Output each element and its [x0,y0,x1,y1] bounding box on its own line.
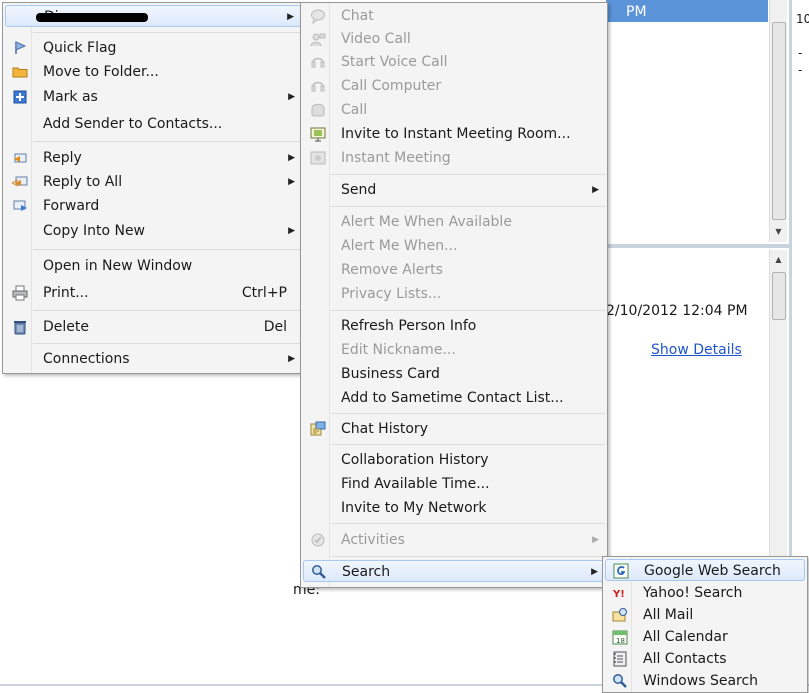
submenu-arrow-icon: ▶ [288,226,295,236]
chat-bubble-icon [311,9,325,24]
message-context-menu: Di ▶ Quick Flag Move to Folder... Mark a… [2,2,304,374]
magnifier-icon [312,565,326,579]
menu-item-forward[interactable]: Forward [5,195,301,217]
message-date: 2/10/2012 12:04 PM [606,303,748,319]
forward-icon [13,200,27,211]
menu-item-mark-as[interactable]: Mark as ▶ [5,86,301,108]
menu-item-all-mail[interactable]: All Mail [605,604,805,626]
message-list-scrollbar[interactable]: ▼ [769,0,787,242]
menu-item-chat-history[interactable]: Chat History [303,418,605,440]
menu-item-reply[interactable]: Reply ▶ [5,147,301,169]
submenu-arrow-icon: ▶ [592,185,599,195]
submenu-arrow-icon: ▶ [288,92,295,102]
headset-icon [311,81,325,92]
menu-item-send[interactable]: Send ▶ [303,179,605,201]
menu-item-windows-search[interactable]: Windows Search [605,670,805,692]
print-shortcut: Ctrl+P [241,285,287,301]
menu-item-alert-available[interactable]: Alert Me When Available [303,211,605,233]
header-time-text: PM [626,4,647,20]
yahoo-icon: Y! [612,589,625,600]
right-pane-fragment: - [798,46,803,60]
menu-item-privacy-lists[interactable]: Privacy Lists... [303,283,605,305]
folder-icon [12,67,28,78]
submenu-arrow-icon: ▶ [288,354,295,364]
menu-item-all-contacts[interactable]: All Contacts [605,648,805,670]
menu-item-remove-alerts[interactable]: Remove Alerts [303,259,605,281]
menu-item-call-computer[interactable]: Call Computer [303,75,605,97]
magnifier-icon [613,674,627,688]
menu-item-connections[interactable]: Connections ▶ [5,348,301,370]
chat-history-icon [310,421,326,436]
submenu-arrow-icon: ▶ [591,567,598,577]
menu-item-business-card[interactable]: Business Card [303,363,605,385]
menu-item-reply-all[interactable]: Reply to All ▶ [5,171,301,193]
menu-item-yahoo-search[interactable]: Y! Yahoo! Search [605,582,805,604]
scrollbar-thumb[interactable] [772,22,786,220]
menu-item-start-voice-call[interactable]: Start Voice Call [303,51,605,73]
menu-item-google-web-search[interactable]: Google Web Search [605,559,805,581]
mark-icon [13,90,27,104]
headset-icon [311,57,325,68]
scroll-down-arrow-icon[interactable]: ▼ [770,224,787,240]
menu-item-edit-nickname[interactable]: Edit Nickname... [303,339,605,361]
menu-item-add-sender[interactable]: Add Sender to Contacts... [5,113,301,135]
menu-item-invite-meeting-room[interactable]: Invite to Instant Meeting Room... [303,123,605,145]
menu-item-chat[interactable]: Chat [303,5,605,27]
svg-text:Y!: Y! [612,589,625,600]
google-icon [613,563,629,579]
menu-item-video-call[interactable]: Video Call [303,28,605,50]
phone-icon [311,103,325,117]
menu-item-copy-into-new[interactable]: Copy Into New ▶ [5,220,301,242]
menu-item-find-available-time[interactable]: Find Available Time... [303,473,605,495]
mail-search-icon [612,608,627,622]
activities-icon [311,533,325,547]
menu-item-add-sametime[interactable]: Add to Sametime Contact List... [303,387,605,409]
menu-item-print[interactable]: Print... Ctrl+P [5,282,301,304]
menu-item-collaboration-history[interactable]: Collaboration History [303,449,605,471]
menu-item-sender[interactable]: Di ▶ [5,5,301,27]
menu-item-move-to-folder[interactable]: Move to Folder... [5,61,301,83]
menu-item-invite-my-network[interactable]: Invite to My Network [303,497,605,519]
right-pane-fragment: - [798,63,803,77]
search-submenu: Google Web Search Y! Yahoo! Search All M… [602,556,808,693]
flag-icon [15,41,27,54]
submenu-arrow-icon: ▶ [592,535,599,545]
scroll-up-arrow-icon[interactable]: ▲ [770,252,787,268]
menu-item-activities[interactable]: Activities ▶ [303,529,605,551]
menu-item-open-new-window[interactable]: Open in New Window [5,255,301,277]
menu-item-quick-flag[interactable]: Quick Flag [5,37,301,59]
submenu-arrow-icon: ▶ [288,153,295,163]
printer-icon [12,285,28,301]
submenu-arrow-icon: ▶ [288,177,295,187]
right-pane-fragment: 10 [796,12,809,26]
reply-all-icon [12,176,28,187]
menu-item-call[interactable]: Call [303,99,605,121]
menu-item-all-calendar[interactable]: 18 All Calendar [605,626,805,648]
reply-icon [14,153,27,163]
menu-item-search[interactable]: Search ▶ [303,560,605,582]
meeting-room-icon [310,127,326,142]
connections-submenu: Chat Video Call Start Voice Call Call Co… [300,2,608,588]
message-list-header-row[interactable]: PM [606,0,768,22]
delete-shortcut: Del [263,319,287,335]
trash-icon [14,321,26,335]
submenu-arrow-icon: ▶ [287,12,294,22]
menu-item-alert-me-when[interactable]: Alert Me When... [303,235,605,257]
show-details-link[interactable]: Show Details [651,342,742,358]
horizontal-splitter[interactable] [606,244,790,248]
calendar-icon: 18 [612,630,628,645]
menu-item-refresh-person[interactable]: Refresh Person Info [303,315,605,337]
meeting-icon [310,151,326,165]
scrollbar-thumb[interactable] [772,272,786,320]
svg-text:18: 18 [616,637,625,645]
menu-item-delete[interactable]: Delete Del [5,316,301,338]
redacted-bar [36,13,148,22]
contacts-icon [613,651,627,667]
menu-item-instant-meeting[interactable]: Instant Meeting [303,147,605,169]
video-call-icon [310,33,326,47]
